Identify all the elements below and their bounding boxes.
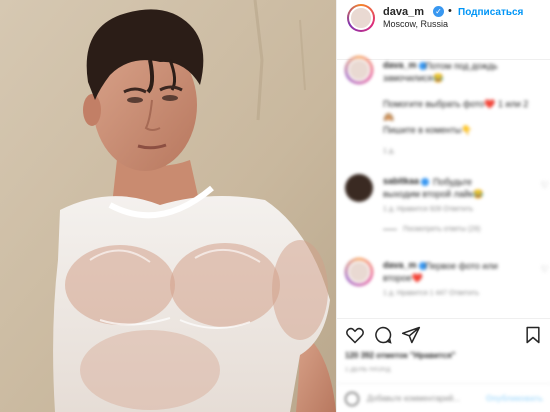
likes-count[interactable]: 120 392 отметок "Нравится" — [345, 351, 455, 360]
comment-avatar[interactable] — [345, 174, 373, 202]
share-icon[interactable] — [401, 325, 421, 345]
author-username[interactable]: dava_m — [383, 6, 424, 18]
comment-text: Первое фото или — [425, 261, 498, 271]
emoji-icon[interactable] — [345, 392, 359, 406]
comment-meta: 1 д. Нравится 1 447 Ответить — [383, 290, 480, 297]
bookmark-icon[interactable] — [523, 325, 543, 345]
follow-button[interactable]: Подписаться — [458, 7, 523, 18]
verified-icon — [421, 177, 430, 186]
add-comment-bar: Добавьте комментарий... Опубликовать — [337, 383, 550, 412]
publish-button[interactable]: Опубликовать — [486, 394, 543, 403]
comment-text: Помогите выбрать фото❤️ 1 или 2 — [383, 99, 529, 109]
post-date: 1 ДЕНЬ НАЗАД — [345, 367, 391, 373]
comment-username[interactable]: dava_m — [383, 260, 427, 270]
comment-icon[interactable] — [373, 325, 393, 345]
post-sidebar: dava_m ✓ • Подписаться Moscow, Russia da… — [336, 0, 550, 412]
post-photo[interactable] — [0, 0, 336, 412]
post-photo-image — [0, 0, 336, 412]
comment-text: 🙈 — [383, 112, 395, 122]
comment-meta: 1 д. Нравится 928 Ответить — [383, 206, 474, 213]
comment-text: второе❤️ — [383, 273, 423, 283]
comment-text: Побудьте — [433, 177, 472, 187]
heart-icon[interactable]: ♡ — [541, 264, 549, 275]
comment-text: выходим второй лайк😂 — [383, 189, 484, 199]
header-separator: • — [448, 5, 452, 17]
comment-text: Пишите в коменты👇 — [383, 125, 473, 135]
comment-meta: 1 д. — [383, 148, 395, 155]
comment-username[interactable]: dava_m — [383, 60, 427, 70]
post-actions: 120 392 отметок "Нравится" 1 ДЕНЬ НАЗАД … — [337, 318, 550, 412]
author-avatar[interactable] — [347, 4, 375, 32]
heart-icon[interactable] — [345, 325, 365, 345]
comment-input[interactable]: Добавьте комментарий... — [367, 394, 460, 403]
post-location[interactable]: Moscow, Russia — [383, 19, 448, 29]
view-replies-link[interactable]: Посмотреть ответы (29) — [383, 226, 480, 233]
comment-avatar[interactable] — [345, 258, 373, 286]
comments-list: dava_m Потом под дождь замочилися😂 Помог… — [337, 56, 550, 318]
comment-text: замочилися😂 — [383, 73, 444, 83]
verified-icon: ✓ — [433, 6, 444, 17]
comment-username[interactable]: sabitkaa — [383, 176, 430, 186]
comment-text: Потом под дождь — [425, 61, 498, 71]
post-header: dava_m ✓ • Подписаться Moscow, Russia — [337, 0, 550, 60]
comment-avatar[interactable] — [345, 56, 373, 84]
heart-icon[interactable]: ♡ — [541, 180, 549, 191]
